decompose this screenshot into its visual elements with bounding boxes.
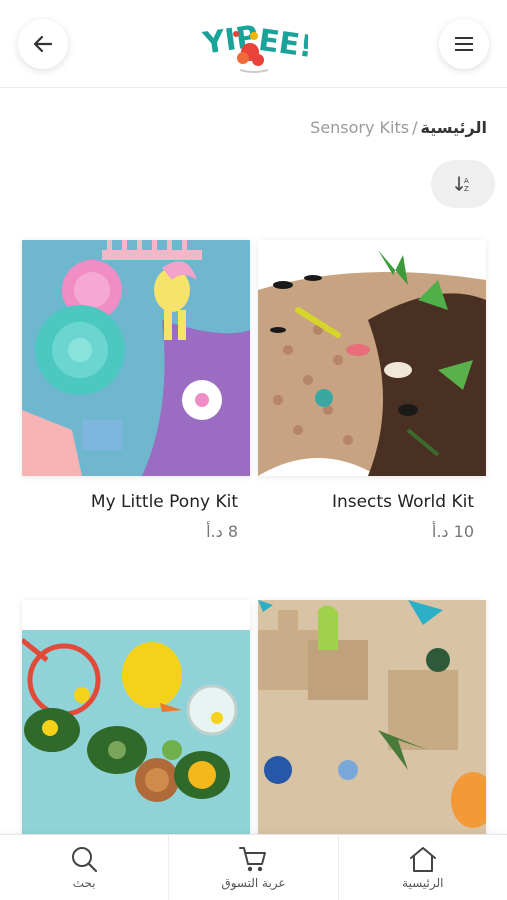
bottom-navigation: بحث عربة التسوق الرئيسية [0,834,507,900]
product-card[interactable]: Insects World Kit 10 د.أ [258,240,486,541]
sort-button[interactable]: A Z [431,160,495,208]
product-name[interactable]: My Little Pony Kit [22,492,250,512]
product-name[interactable]: Insects World Kit [258,492,486,512]
search-icon [72,847,98,873]
nav-home-label: الرئيسية [402,876,444,890]
nav-search-label: بحث [72,876,96,890]
svg-text:Z: Z [464,185,469,193]
nav-home[interactable]: الرئيسية [339,835,507,900]
home-icon [409,847,436,872]
breadcrumb-home-link[interactable]: الرئيسية [421,118,488,137]
breadcrumb-separator: / [412,118,418,137]
product-card[interactable]: My Little Pony Kit 8 د.أ [22,240,250,541]
menu-button[interactable] [439,19,489,69]
nav-cart[interactable]: عربة التسوق [169,835,339,900]
product-price: 8 د.أ [206,522,238,541]
breadcrumb-current: Sensory Kits [310,118,410,137]
product-image[interactable] [22,240,250,476]
svg-text:EE!: EE! [256,23,308,65]
product-price: 10 د.أ [431,522,474,541]
cart-icon [239,847,267,872]
sort-icon: A Z [455,176,469,193]
product-image[interactable] [258,600,486,836]
product-card[interactable] [258,600,486,836]
arrow-left-icon [33,35,53,53]
back-button[interactable] [18,19,68,69]
svg-text:A: A [464,177,469,185]
product-image[interactable] [258,240,486,476]
nav-cart-label: عربة التسوق [221,876,286,890]
product-card[interactable] [22,600,250,836]
nav-search[interactable]: بحث [0,835,170,900]
product-image[interactable] [22,600,250,836]
breadcrumb: الرئيسية/Sensory Kits [310,118,487,137]
app-header: YIP EE! [0,0,507,88]
brand-logo[interactable]: YIP EE! [200,6,315,76]
hamburger-menu-icon [455,37,473,51]
